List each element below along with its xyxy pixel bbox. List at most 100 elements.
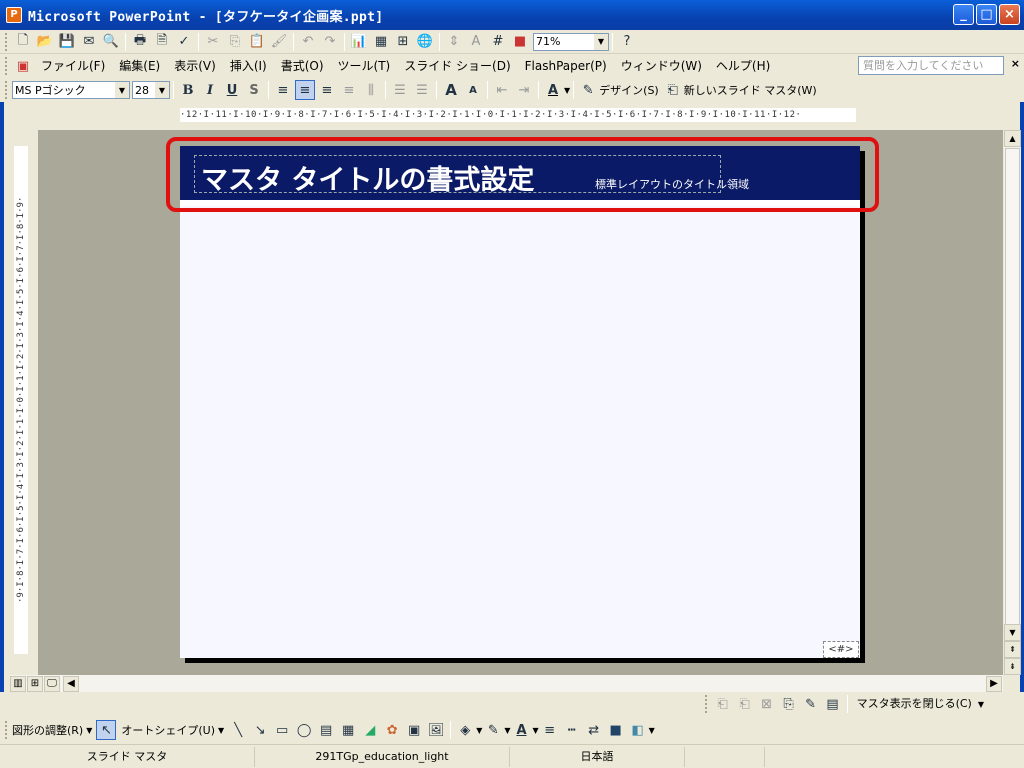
- rename-master-icon[interactable]: ✎: [801, 694, 821, 714]
- insert-table-icon[interactable]: ▦: [371, 32, 391, 52]
- master-layout-icon[interactable]: ▤: [823, 694, 843, 714]
- chevron-down-icon[interactable]: ▼: [476, 726, 482, 735]
- insert-clipart-icon[interactable]: ▣: [404, 720, 424, 740]
- chevron-down-icon[interactable]: ▼: [649, 726, 655, 735]
- print-preview-icon[interactable]: 🗎: [152, 32, 172, 52]
- paste-icon[interactable]: 📋: [247, 32, 267, 52]
- font-select[interactable]: MS Pゴシック ▼: [12, 81, 130, 99]
- horizontal-scrollbar[interactable]: ▥ ⊞ 🖵 ◀ ▶: [10, 675, 1003, 692]
- toolbar-grip[interactable]: [5, 721, 8, 739]
- toolbar-grip[interactable]: [704, 695, 708, 713]
- textbox-icon[interactable]: ▤: [316, 720, 336, 740]
- delete-master-icon[interactable]: ⊠: [757, 694, 777, 714]
- print-icon[interactable]: 🖶: [130, 32, 150, 52]
- menu-slideshow[interactable]: スライド ショー(D): [397, 56, 517, 76]
- select-objects-icon[interactable]: ↖: [96, 720, 117, 740]
- close-icon[interactable]: ×: [1011, 57, 1020, 70]
- shadow-style-icon[interactable]: ■: [606, 720, 626, 740]
- new-slide-master-button[interactable]: 新しいスライド マスタ(W): [684, 82, 817, 98]
- close-master-view-button[interactable]: マスタ表示を閉じる(C): [851, 694, 978, 714]
- scroll-up-icon[interactable]: ▲: [1004, 130, 1021, 147]
- toolbar-grip[interactable]: [5, 32, 8, 51]
- shadow-button[interactable]: S: [244, 80, 264, 100]
- line-style-icon[interactable]: ≡: [540, 720, 560, 740]
- align-left-icon[interactable]: ≡: [273, 80, 293, 100]
- next-slide-icon[interactable]: ⇟: [1004, 658, 1021, 675]
- menu-window[interactable]: ウィンドウ(W): [614, 56, 709, 76]
- autoshapes-button[interactable]: オートシェイプ(U): [121, 722, 215, 738]
- underline-button[interactable]: U: [222, 80, 242, 100]
- design-button[interactable]: デザイン(S): [599, 82, 659, 98]
- menu-file[interactable]: ファイル(F): [34, 56, 112, 76]
- oval-icon[interactable]: ◯: [294, 720, 314, 740]
- increase-font-icon[interactable]: A: [441, 80, 461, 100]
- menu-view[interactable]: 表示(V): [167, 56, 223, 76]
- slide-sorter-view-icon[interactable]: ⊞: [27, 675, 43, 692]
- draw-font-color-icon[interactable]: A: [512, 720, 532, 740]
- insert-chart-icon[interactable]: 📊: [349, 32, 369, 52]
- insert-picture-icon[interactable]: 🖼: [426, 720, 446, 740]
- design-icon[interactable]: ✎: [578, 80, 598, 100]
- toolbar-grip[interactable]: [5, 81, 8, 99]
- vertical-ruler[interactable]: ·9·I·8·I·7·I·6·I·5·I·4·I·3·I·2·I·1·I·0·I…: [14, 146, 28, 654]
- justify-icon[interactable]: ≡: [339, 80, 359, 100]
- menu-insert[interactable]: 挿入(I): [223, 56, 274, 76]
- chevron-down-icon[interactable]: ▼: [155, 82, 169, 98]
- preserve-master-icon[interactable]: ⎘: [779, 694, 799, 714]
- slide-master[interactable]: マスタ タイトルの書式設定 標準レイアウトのタイトル領域 <#>: [180, 146, 860, 658]
- maximize-button[interactable]: □: [976, 4, 997, 25]
- close-button[interactable]: ×: [999, 4, 1020, 25]
- format-painter-icon[interactable]: 🖌: [269, 32, 289, 52]
- spelling-icon[interactable]: ✓: [174, 32, 194, 52]
- bold-button[interactable]: B: [178, 80, 198, 100]
- slide-number-placeholder[interactable]: <#>: [823, 641, 859, 658]
- chevron-down-icon[interactable]: ▼: [594, 33, 608, 50]
- scroll-right-icon[interactable]: ▶: [986, 675, 1002, 692]
- tables-borders-icon[interactable]: ⊞: [393, 32, 413, 52]
- redo-icon[interactable]: ↷: [320, 32, 340, 52]
- ask-question-input[interactable]: 質問を入力してください: [858, 56, 1004, 75]
- 3d-style-icon[interactable]: ◧: [628, 720, 648, 740]
- distribute-icon[interactable]: ⫼: [361, 80, 381, 100]
- minimize-button[interactable]: _: [953, 4, 974, 25]
- chevron-down-icon[interactable]: ▼: [115, 82, 129, 98]
- rectangle-icon[interactable]: ▭: [272, 720, 292, 740]
- fill-color-icon[interactable]: ◈: [455, 720, 475, 740]
- decrease-indent-icon[interactable]: ⇤: [492, 80, 512, 100]
- menu-grip[interactable]: [5, 57, 8, 75]
- font-size-select[interactable]: 28 ▼: [132, 81, 170, 99]
- align-center-icon[interactable]: ≡: [295, 80, 315, 100]
- increase-indent-icon[interactable]: ⇥: [514, 80, 534, 100]
- line-color-icon[interactable]: ✎: [483, 720, 503, 740]
- chevron-down-icon[interactable]: ▼: [978, 700, 984, 709]
- show-formatting-icon[interactable]: A: [466, 32, 486, 52]
- draw-menu-button[interactable]: 図形の調整(R): [12, 722, 83, 738]
- chevron-down-icon[interactable]: ▼: [504, 726, 510, 735]
- numbering-icon[interactable]: ☰: [390, 80, 410, 100]
- hyperlink-icon[interactable]: 🌐: [415, 32, 435, 52]
- chevron-down-icon[interactable]: ▼: [86, 726, 92, 735]
- grid-icon[interactable]: #: [488, 32, 508, 52]
- chevron-down-icon[interactable]: ▼: [533, 726, 539, 735]
- menu-edit[interactable]: 編集(E): [112, 56, 167, 76]
- scroll-left-icon[interactable]: ◀: [63, 675, 79, 692]
- chevron-down-icon[interactable]: ▼: [564, 86, 570, 95]
- expand-icon[interactable]: ⇕: [444, 32, 464, 52]
- powerpoint-app-icon[interactable]: P: [6, 7, 22, 23]
- line-icon[interactable]: ╲: [228, 720, 248, 740]
- scroll-down-icon[interactable]: ▼: [1004, 624, 1021, 641]
- wordart-icon[interactable]: ▦: [338, 720, 358, 740]
- copy-icon[interactable]: ⎘: [225, 32, 245, 52]
- email-icon[interactable]: 🔍: [101, 32, 121, 52]
- menu-flashpaper[interactable]: FlashPaper(P): [518, 56, 614, 76]
- arrow-style-icon[interactable]: ⇄: [584, 720, 604, 740]
- slideshow-view-icon[interactable]: 🖵: [44, 675, 60, 692]
- document-icon[interactable]: ▣: [13, 56, 33, 76]
- clipart-icon[interactable]: ✿: [382, 720, 402, 740]
- align-right-icon[interactable]: ≡: [317, 80, 337, 100]
- save-icon[interactable]: 💾: [57, 32, 77, 52]
- dash-style-icon[interactable]: ┅: [562, 720, 582, 740]
- help-icon[interactable]: ?: [617, 32, 637, 52]
- undo-icon[interactable]: ↶: [298, 32, 318, 52]
- color-grayscale-icon[interactable]: ■: [510, 32, 530, 52]
